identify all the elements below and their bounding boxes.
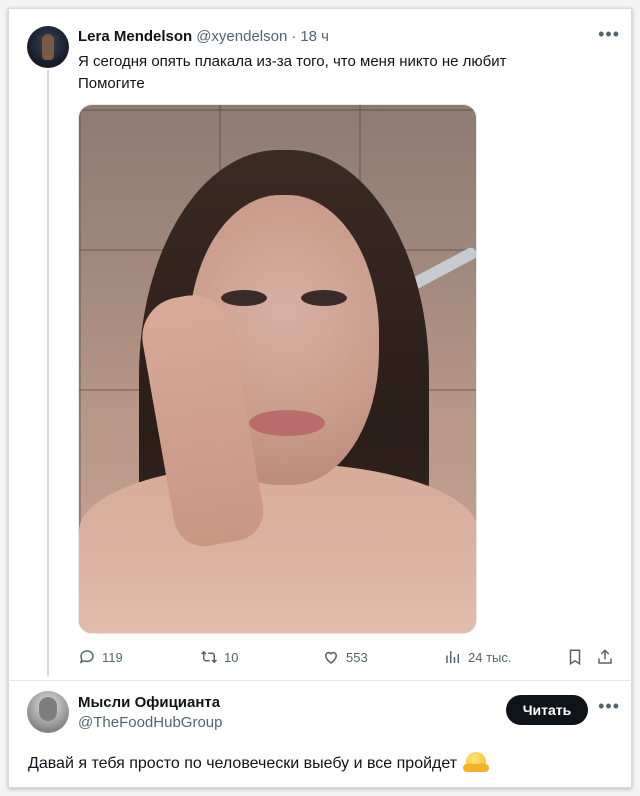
tweet-header: Lera Mendelson @xyendelson · 18 ч <box>78 28 329 45</box>
more-options-icon[interactable]: ••• <box>598 24 620 45</box>
reply-author-handle[interactable]: @TheFoodHubGroup <box>78 714 222 731</box>
reply-author-name[interactable]: Мысли Официанта <box>78 694 220 711</box>
follow-button[interactable]: Читать <box>506 695 588 725</box>
like-button[interactable]: 553 <box>322 648 368 666</box>
tweet-text: Я сегодня опять плакала из-за того, что … <box>78 51 598 95</box>
reply-text-container: Давай я тебя просто по человечески выебу… <box>28 752 489 773</box>
reply-author-avatar[interactable] <box>27 691 69 733</box>
bookmark-button[interactable] <box>566 648 584 666</box>
tweet-photo[interactable] <box>78 104 477 634</box>
reply-more-options-icon[interactable]: ••• <box>598 696 620 717</box>
heart-icon <box>324 651 338 664</box>
author-handle[interactable]: @xyendelson <box>196 28 287 45</box>
tweet-time[interactable]: 18 ч <box>300 28 329 45</box>
thread-line <box>47 70 49 676</box>
hugging-face-icon <box>462 752 489 772</box>
tweet-text-line2: Помогите <box>78 75 145 92</box>
retweet-icon <box>200 650 218 664</box>
retweet-button[interactable]: 10 <box>200 648 238 666</box>
bookmark-icon <box>569 649 581 666</box>
reply-text: Давай я тебя просто по человечески выебу… <box>28 755 458 772</box>
tweet-actions: 119 10 553 24 тыс. <box>78 648 618 670</box>
reply-button[interactable]: 119 <box>78 648 123 666</box>
share-button[interactable] <box>596 648 614 666</box>
shoulders <box>79 463 476 633</box>
share-icon <box>598 649 612 664</box>
left-eye <box>221 290 267 306</box>
author-avatar[interactable] <box>27 26 69 68</box>
lips <box>249 410 325 436</box>
views-icon <box>446 651 459 663</box>
separator-dot: · <box>291 28 297 45</box>
author-name[interactable]: Lera Mendelson <box>78 28 192 45</box>
views-button[interactable]: 24 тыс. <box>444 648 511 666</box>
retweet-count: 10 <box>224 649 239 665</box>
like-count: 553 <box>346 649 368 665</box>
reply-icon <box>79 650 94 664</box>
right-eye <box>301 290 347 306</box>
divider <box>8 680 632 681</box>
reply-count: 119 <box>102 649 123 665</box>
tweet-text-line1: Я сегодня опять плакала из-за того, что … <box>78 53 507 70</box>
views-count: 24 тыс. <box>468 649 512 665</box>
